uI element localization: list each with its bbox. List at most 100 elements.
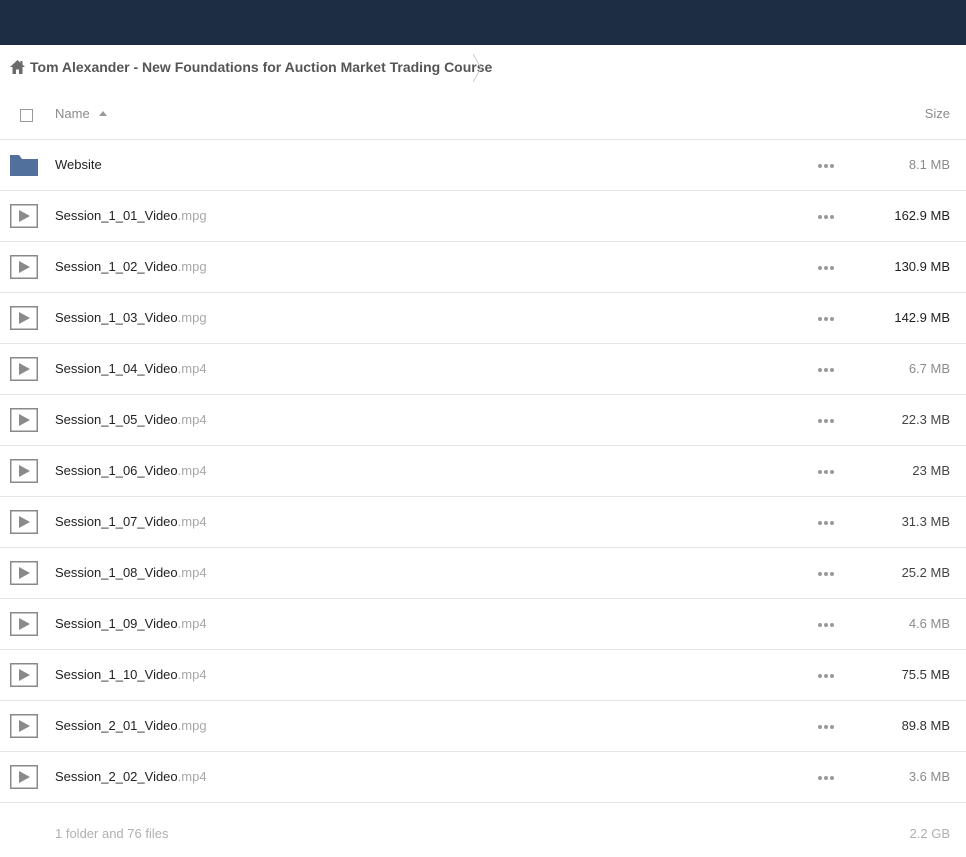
more-actions-icon[interactable] — [818, 622, 834, 628]
top-bar — [0, 0, 966, 45]
file-extension: .mpg — [177, 208, 207, 223]
more-actions-icon[interactable] — [818, 571, 834, 577]
video-icon — [10, 204, 38, 228]
file-size: 23 MB — [912, 463, 950, 478]
file-basename: Session_1_03_Video — [55, 310, 178, 325]
video-icon — [10, 714, 38, 738]
file-extension: .mp4 — [177, 565, 207, 580]
file-size: 22.3 MB — [901, 412, 950, 427]
file-row[interactable]: Session_1_01_Video.mpg 162.9 MB — [0, 191, 966, 242]
home-icon[interactable] — [9, 59, 26, 76]
more-actions-icon[interactable] — [818, 418, 834, 424]
file-size: 25.2 MB — [901, 565, 950, 580]
file-size: 142.9 MB — [894, 310, 950, 325]
video-icon — [10, 306, 38, 330]
select-all-checkbox[interactable] — [20, 109, 33, 122]
file-name[interactable]: Session_1_10_Video.mp4 — [55, 667, 207, 682]
file-basename: Session_1_09_Video — [55, 616, 178, 631]
file-basename: Website — [55, 157, 102, 172]
file-row[interactable]: Website 8.1 MB — [0, 140, 966, 191]
file-basename: Session_2_02_Video — [55, 769, 178, 784]
file-name[interactable]: Session_1_01_Video.mpg — [55, 208, 207, 223]
more-actions-icon[interactable] — [818, 469, 834, 475]
file-size: 75.5 MB — [901, 667, 950, 682]
file-name[interactable]: Session_1_02_Video.mpg — [55, 259, 207, 274]
file-row[interactable]: Session_1_09_Video.mp4 4.6 MB — [0, 599, 966, 650]
more-actions-icon[interactable] — [818, 163, 834, 169]
file-size: 4.6 MB — [908, 616, 950, 631]
breadcrumb-chevron-icon — [472, 53, 482, 83]
video-icon — [10, 663, 38, 687]
file-row[interactable]: Session_1_02_Video.mpg 130.9 MB — [0, 242, 966, 293]
summary-total-size: 2.2 GB — [909, 826, 950, 841]
video-icon — [10, 408, 38, 432]
more-actions-icon[interactable] — [818, 673, 834, 679]
file-name[interactable]: Session_1_07_Video.mp4 — [55, 514, 207, 529]
file-basename: Session_1_06_Video — [55, 463, 178, 478]
breadcrumb: Tom Alexander - New Foundations for Auct… — [0, 45, 966, 90]
file-size: 31.3 MB — [901, 514, 950, 529]
more-actions-icon[interactable] — [818, 775, 834, 781]
breadcrumb-current-folder[interactable]: Tom Alexander - New Foundations for Auct… — [30, 59, 492, 75]
file-basename: Session_1_04_Video — [55, 361, 178, 376]
file-name[interactable]: Session_1_09_Video.mp4 — [55, 616, 207, 631]
file-size: 8.1 MB — [908, 157, 950, 172]
file-size: 6.7 MB — [908, 361, 950, 376]
sort-ascending-icon[interactable] — [99, 111, 107, 116]
file-extension: .mp4 — [177, 463, 207, 478]
more-actions-icon[interactable] — [818, 265, 834, 271]
more-actions-icon[interactable] — [818, 214, 834, 220]
file-name[interactable]: Website — [55, 157, 102, 172]
file-name[interactable]: Session_1_06_Video.mp4 — [55, 463, 207, 478]
file-basename: Session_1_10_Video — [55, 667, 178, 682]
file-basename: Session_1_08_Video — [55, 565, 178, 580]
file-basename: Session_1_07_Video — [55, 514, 178, 529]
file-row[interactable]: Session_1_08_Video.mp4 25.2 MB — [0, 548, 966, 599]
file-basename: Session_1_05_Video — [55, 412, 178, 427]
file-size: 89.8 MB — [901, 718, 950, 733]
more-actions-icon[interactable] — [818, 367, 834, 373]
file-extension: .mp4 — [177, 514, 207, 529]
file-name[interactable]: Session_2_02_Video.mp4 — [55, 769, 207, 784]
file-row[interactable]: Session_1_03_Video.mpg 142.9 MB — [0, 293, 966, 344]
file-extension: .mp4 — [177, 769, 207, 784]
name-column-header[interactable]: Name — [55, 106, 90, 121]
file-extension: .mp4 — [177, 667, 207, 682]
file-size: 162.9 MB — [894, 208, 950, 223]
size-column-header[interactable]: Size — [925, 106, 950, 121]
file-extension: .mpg — [177, 718, 207, 733]
file-list: Website 8.1 MB Session_1_01_Video.mpg 162.9… — [0, 140, 966, 803]
file-name[interactable]: Session_2_01_Video.mpg — [55, 718, 207, 733]
file-basename: Session_1_02_Video — [55, 259, 178, 274]
file-extension: .mp4 — [177, 616, 207, 631]
file-name[interactable]: Session_1_05_Video.mp4 — [55, 412, 207, 427]
file-extension: .mp4 — [177, 412, 207, 427]
video-icon — [10, 561, 38, 585]
more-actions-icon[interactable] — [818, 316, 834, 322]
file-extension: .mpg — [177, 310, 207, 325]
file-basename: Session_2_01_Video — [55, 718, 178, 733]
file-name[interactable]: Session_1_03_Video.mpg — [55, 310, 207, 325]
file-size: 130.9 MB — [894, 259, 950, 274]
file-row[interactable]: Session_1_04_Video.mp4 6.7 MB — [0, 344, 966, 395]
more-actions-icon[interactable] — [818, 520, 834, 526]
video-icon — [10, 357, 38, 381]
file-basename: Session_1_01_Video — [55, 208, 178, 223]
more-actions-icon[interactable] — [818, 724, 834, 730]
file-row[interactable]: Session_2_01_Video.mpg 89.8 MB — [0, 701, 966, 752]
file-list-header: Name Size — [0, 90, 966, 140]
file-name[interactable]: Session_1_04_Video.mp4 — [55, 361, 207, 376]
video-icon — [10, 765, 38, 789]
summary-count: 1 folder and 76 files — [55, 826, 169, 841]
file-row[interactable]: Session_1_07_Video.mp4 31.3 MB — [0, 497, 966, 548]
video-icon — [10, 255, 38, 279]
file-row[interactable]: Session_1_06_Video.mp4 23 MB — [0, 446, 966, 497]
file-size: 3.6 MB — [908, 769, 950, 784]
file-row[interactable]: Session_1_10_Video.mp4 75.5 MB — [0, 650, 966, 701]
file-list-summary: 1 folder and 76 files 2.2 GB — [0, 803, 966, 857]
video-icon — [10, 510, 38, 534]
file-row[interactable]: Session_1_05_Video.mp4 22.3 MB — [0, 395, 966, 446]
file-name[interactable]: Session_1_08_Video.mp4 — [55, 565, 207, 580]
video-icon — [10, 612, 38, 636]
file-row[interactable]: Session_2_02_Video.mp4 3.6 MB — [0, 752, 966, 803]
